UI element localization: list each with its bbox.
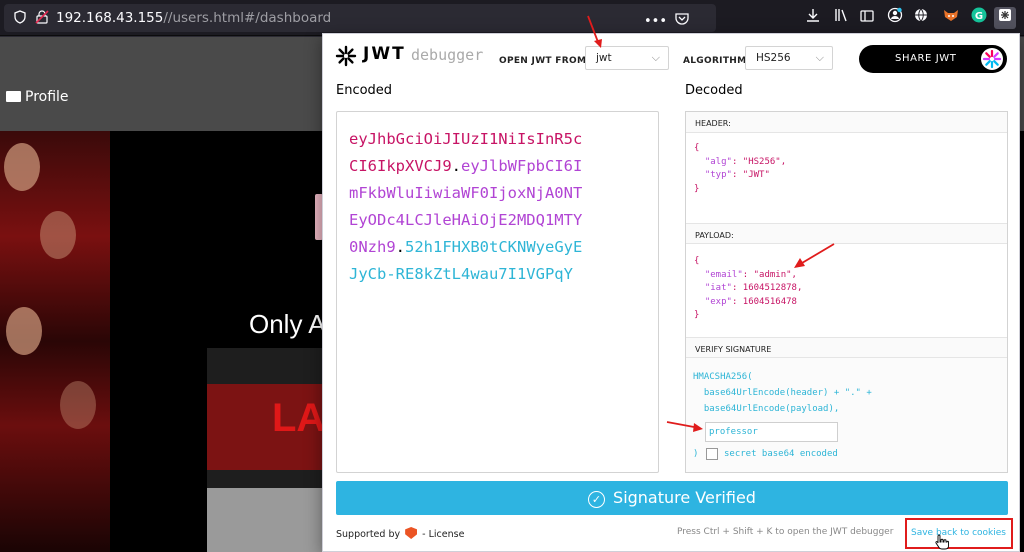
- chevron-down-icon: ⌵: [651, 51, 660, 64]
- save-back-to-cookies-link[interactable]: Save back to cookies: [905, 518, 1013, 549]
- profile-label: Profile: [25, 89, 69, 105]
- browser-toolbar: 192.168.43.155//users.html#/dashboard ••…: [0, 0, 1024, 48]
- decoded-title: Decoded: [685, 83, 743, 98]
- shortcut-hint: Press Ctrl + Shift + K to open the JWT d…: [677, 527, 894, 537]
- verify-code-line: base64UrlEncode(header) + "." +: [693, 388, 872, 398]
- verify-signature-label: VERIFY SIGNATURE: [686, 337, 1007, 358]
- logo-subtitle: debugger: [411, 46, 484, 64]
- account-icon[interactable]: [884, 7, 906, 29]
- library-icon[interactable]: [830, 7, 852, 29]
- encoded-line: CI6IkpXVCJ9.eyJlbWFpbCI6I: [349, 157, 583, 175]
- poster-image: [0, 131, 110, 552]
- url-text[interactable]: 192.168.43.155//users.html#/dashboard: [56, 10, 331, 26]
- jwt-debugger-popup: JWT debugger OPEN JWT FROM jwt ⌵ ALGORIT…: [322, 33, 1020, 552]
- fox-extension-icon[interactable]: [940, 7, 962, 29]
- algorithm-label: ALGORITHM: [683, 56, 747, 66]
- verify-code-line: HMACSHA256(: [693, 372, 753, 382]
- algorithm-select[interactable]: HS256 ⌵: [745, 46, 833, 70]
- url-host: 192.168.43.155: [56, 10, 164, 26]
- jwt-extension-icon[interactable]: [994, 7, 1016, 29]
- grammarly-letter: G: [975, 11, 983, 22]
- auth0-icon[interactable]: [405, 527, 418, 539]
- verify-signature-area: HMACSHA256( base64UrlEncode(header) + ".…: [686, 358, 1007, 472]
- license-link[interactable]: - License: [422, 529, 464, 540]
- globe-icon[interactable]: [910, 7, 932, 29]
- share-jwt-label: SHARE JWT: [895, 53, 957, 64]
- header-json[interactable]: { "alg": "HS256", "typ": "JWT" }: [694, 142, 786, 196]
- sidebar-icon[interactable]: [856, 7, 878, 29]
- check-circle-icon: ✓: [588, 491, 606, 508]
- open-from-label: OPEN JWT FROM: [499, 56, 587, 66]
- footer-supported-by: Supported by - License: [336, 527, 464, 540]
- algorithm-value: HS256: [756, 52, 791, 64]
- url-bar[interactable]: 192.168.43.155//users.html#/dashboard ••…: [4, 4, 716, 48]
- share-logo-icon: [981, 48, 1003, 70]
- shield-icon[interactable]: [12, 10, 28, 26]
- decoded-panel: HEADER: { "alg": "HS256", "typ": "JWT" }…: [685, 111, 1008, 473]
- insecure-lock-icon[interactable]: [34, 10, 50, 26]
- grammarly-icon[interactable]: G: [968, 7, 990, 29]
- encoded-line: 0Nzh9.52h1FHXB0tCKNWyeGyE: [349, 238, 583, 256]
- signature-verified-banner: ✓ Signature Verified: [336, 481, 1008, 515]
- poster-title: LA: [272, 396, 326, 440]
- payload-json[interactable]: { "email": "admin", "iat": 1604512878, "…: [694, 255, 802, 323]
- verify-code-line: base64UrlEncode(payload),: [693, 404, 840, 414]
- profile-link[interactable]: Profile: [6, 89, 69, 105]
- encoded-line: eyJhbGciOiJIUzI1NiIsInR5c: [349, 130, 583, 148]
- hero-image: LA: [207, 348, 327, 552]
- signature-verified-text: Signature Verified: [613, 488, 756, 507]
- save-cookies-label: Save back to cookies: [911, 528, 1006, 538]
- hand-cursor-icon: [935, 534, 949, 550]
- close-paren: ): [693, 449, 699, 459]
- secret-base64-label: secret base64 encoded: [724, 449, 838, 459]
- open-from-select[interactable]: jwt ⌵: [585, 46, 669, 70]
- id-card-icon: [6, 91, 21, 102]
- pocket-icon[interactable]: [671, 12, 693, 29]
- header-section-label: HEADER:: [686, 112, 1007, 133]
- encoded-line: mFkbWluIiwiaWF0IjoxNjA0NT: [349, 184, 583, 202]
- jwt-logo-icon: [335, 45, 357, 67]
- download-icon[interactable]: [802, 7, 824, 29]
- supported-by-text: Supported by: [336, 529, 401, 540]
- open-from-value: jwt: [596, 52, 612, 64]
- more-icon[interactable]: •••: [644, 14, 667, 29]
- url-path: //users.html#/dashboard: [163, 10, 332, 26]
- encoded-token-textarea[interactable]: eyJhbGciOiJIUzI1NiIsInR5c CI6IkpXVCJ9.ey…: [336, 111, 659, 473]
- hero-title: Only A: [249, 309, 326, 339]
- encoded-title: Encoded: [336, 83, 393, 98]
- chevron-down-icon: ⌵: [815, 51, 824, 64]
- share-jwt-button[interactable]: SHARE JWT: [859, 45, 1007, 73]
- secret-input[interactable]: professor: [705, 422, 838, 442]
- encoded-line: JyCb-RE8kZtL4wau7I1VGPqY: [349, 265, 573, 283]
- logo-word: JWT: [363, 44, 406, 64]
- payload-section-label: PAYLOAD:: [686, 223, 1007, 244]
- secret-base64-checkbox[interactable]: [706, 448, 718, 460]
- encoded-line: EyODc4LCJleHAiOjE2MDQ1MTY: [349, 211, 583, 229]
